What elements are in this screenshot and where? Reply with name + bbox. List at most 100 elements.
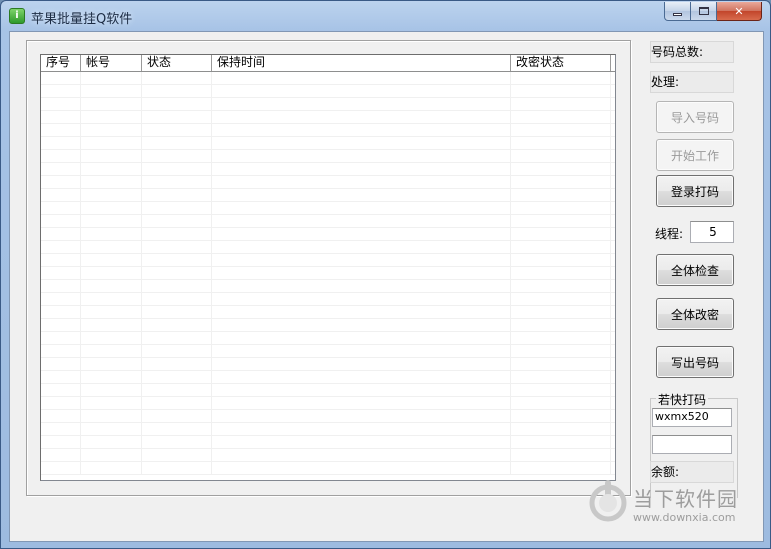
list-grid-cell (511, 436, 611, 448)
list-grid-cell (81, 384, 142, 396)
list-grid-cell (142, 150, 212, 162)
list-grid-cell (212, 228, 511, 240)
list-grid-cell (511, 228, 611, 240)
list-grid-cell (81, 202, 142, 214)
account-list[interactable]: 序号 帐号 状态 保持时间 改密状态 (40, 54, 616, 481)
title-bar[interactable]: i 苹果批量挂Q软件 ✕ (1, 1, 770, 31)
list-grid-row (41, 98, 615, 111)
captcha-username-input[interactable]: wxmx520 (652, 408, 732, 427)
maximize-button[interactable] (691, 2, 717, 21)
minimize-icon (673, 12, 682, 16)
list-grid-cell (41, 423, 81, 435)
list-grid-row (41, 137, 615, 150)
list-grid-cell (41, 72, 81, 84)
list-grid-cell (212, 397, 511, 409)
list-grid-cell (511, 410, 611, 422)
list-grid-cell (142, 397, 212, 409)
list-grid-cell (81, 85, 142, 97)
list-grid-cell (511, 124, 611, 136)
list-grid-cell (142, 371, 212, 383)
list-grid-row (41, 228, 615, 241)
threads-input[interactable]: 5 (690, 221, 734, 243)
list-grid-row (41, 280, 615, 293)
list-grid-cell (212, 150, 511, 162)
minimize-button[interactable] (664, 2, 691, 21)
list-grid-cell (41, 124, 81, 136)
list-grid-cell (81, 137, 142, 149)
list-grid-cell (142, 228, 212, 240)
list-grid-cell (212, 163, 511, 175)
app-icon: i (9, 8, 25, 24)
list-grid-cell (41, 189, 81, 201)
list-grid-cell (81, 98, 142, 110)
list-grid-row (41, 358, 615, 371)
captcha-password-input[interactable] (652, 435, 732, 454)
list-grid-cell (81, 241, 142, 253)
column-header-password-status[interactable]: 改密状态 (511, 55, 611, 71)
column-header-account[interactable]: 帐号 (81, 55, 142, 71)
list-grid-cell (81, 436, 142, 448)
list-grid-cell (81, 124, 142, 136)
list-grid-row (41, 436, 615, 449)
total-count-label: 号码总数: (650, 41, 734, 63)
column-header-status[interactable]: 状态 (142, 55, 212, 71)
close-icon: ✕ (734, 4, 744, 18)
list-grid-cell (511, 150, 611, 162)
captcha-group-title: 若快打码 (656, 391, 709, 408)
list-grid-cell (511, 189, 611, 201)
login-captcha-button[interactable]: 登录打码 (656, 175, 734, 207)
close-button[interactable]: ✕ (717, 2, 762, 21)
list-grid-cell (142, 111, 212, 123)
list-grid-cell (81, 449, 142, 461)
export-numbers-button[interactable]: 写出号码 (656, 346, 734, 378)
column-header-keep-time[interactable]: 保持时间 (212, 55, 511, 71)
list-grid-cell (41, 358, 81, 370)
list-grid-row (41, 124, 615, 137)
list-grid-cell (212, 345, 511, 357)
list-grid-cell (142, 241, 212, 253)
list-grid-cell (81, 189, 142, 201)
list-grid-cell (142, 137, 212, 149)
list-grid-cell (41, 176, 81, 188)
maximize-icon (698, 7, 709, 15)
balance-label: 余额: (650, 461, 734, 483)
list-grid-cell (41, 163, 81, 175)
list-grid-cell (41, 241, 81, 253)
list-grid-cell (212, 241, 511, 253)
list-grid-cell (142, 306, 212, 318)
list-grid-cell (81, 306, 142, 318)
list-grid-cell (212, 410, 511, 422)
list-grid-cell (212, 423, 511, 435)
list-grid-cell (511, 371, 611, 383)
check-all-button[interactable]: 全体检查 (656, 254, 734, 286)
column-header-index[interactable]: 序号 (41, 55, 81, 71)
list-grid-cell (212, 371, 511, 383)
list-grid-cell (41, 345, 81, 357)
list-grid-cell (41, 267, 81, 279)
list-grid-row (41, 72, 615, 85)
list-grid-cell (41, 215, 81, 227)
list-grid-cell (212, 358, 511, 370)
list-grid-cell (212, 293, 511, 305)
list-panel: 序号 帐号 状态 保持时间 改密状态 (26, 40, 631, 496)
list-grid-cell (41, 384, 81, 396)
list-grid-cell (41, 410, 81, 422)
import-numbers-button[interactable]: 导入号码 (656, 101, 734, 133)
list-header: 序号 帐号 状态 保持时间 改密状态 (41, 55, 615, 72)
list-grid-cell (81, 111, 142, 123)
list-grid-cell (142, 72, 212, 84)
list-grid-cell (212, 449, 511, 461)
list-grid-cell (511, 137, 611, 149)
list-grid-cell (81, 293, 142, 305)
change-all-passwords-button[interactable]: 全体改密 (656, 298, 734, 330)
list-grid-cell (511, 423, 611, 435)
list-grid-cell (511, 85, 611, 97)
list-body[interactable] (41, 72, 615, 480)
list-grid-cell (142, 280, 212, 292)
list-grid-row (41, 332, 615, 345)
list-grid-cell (41, 293, 81, 305)
list-grid-cell (142, 436, 212, 448)
list-grid-cell (142, 202, 212, 214)
list-grid-cell (41, 137, 81, 149)
start-work-button[interactable]: 开始工作 (656, 139, 734, 171)
